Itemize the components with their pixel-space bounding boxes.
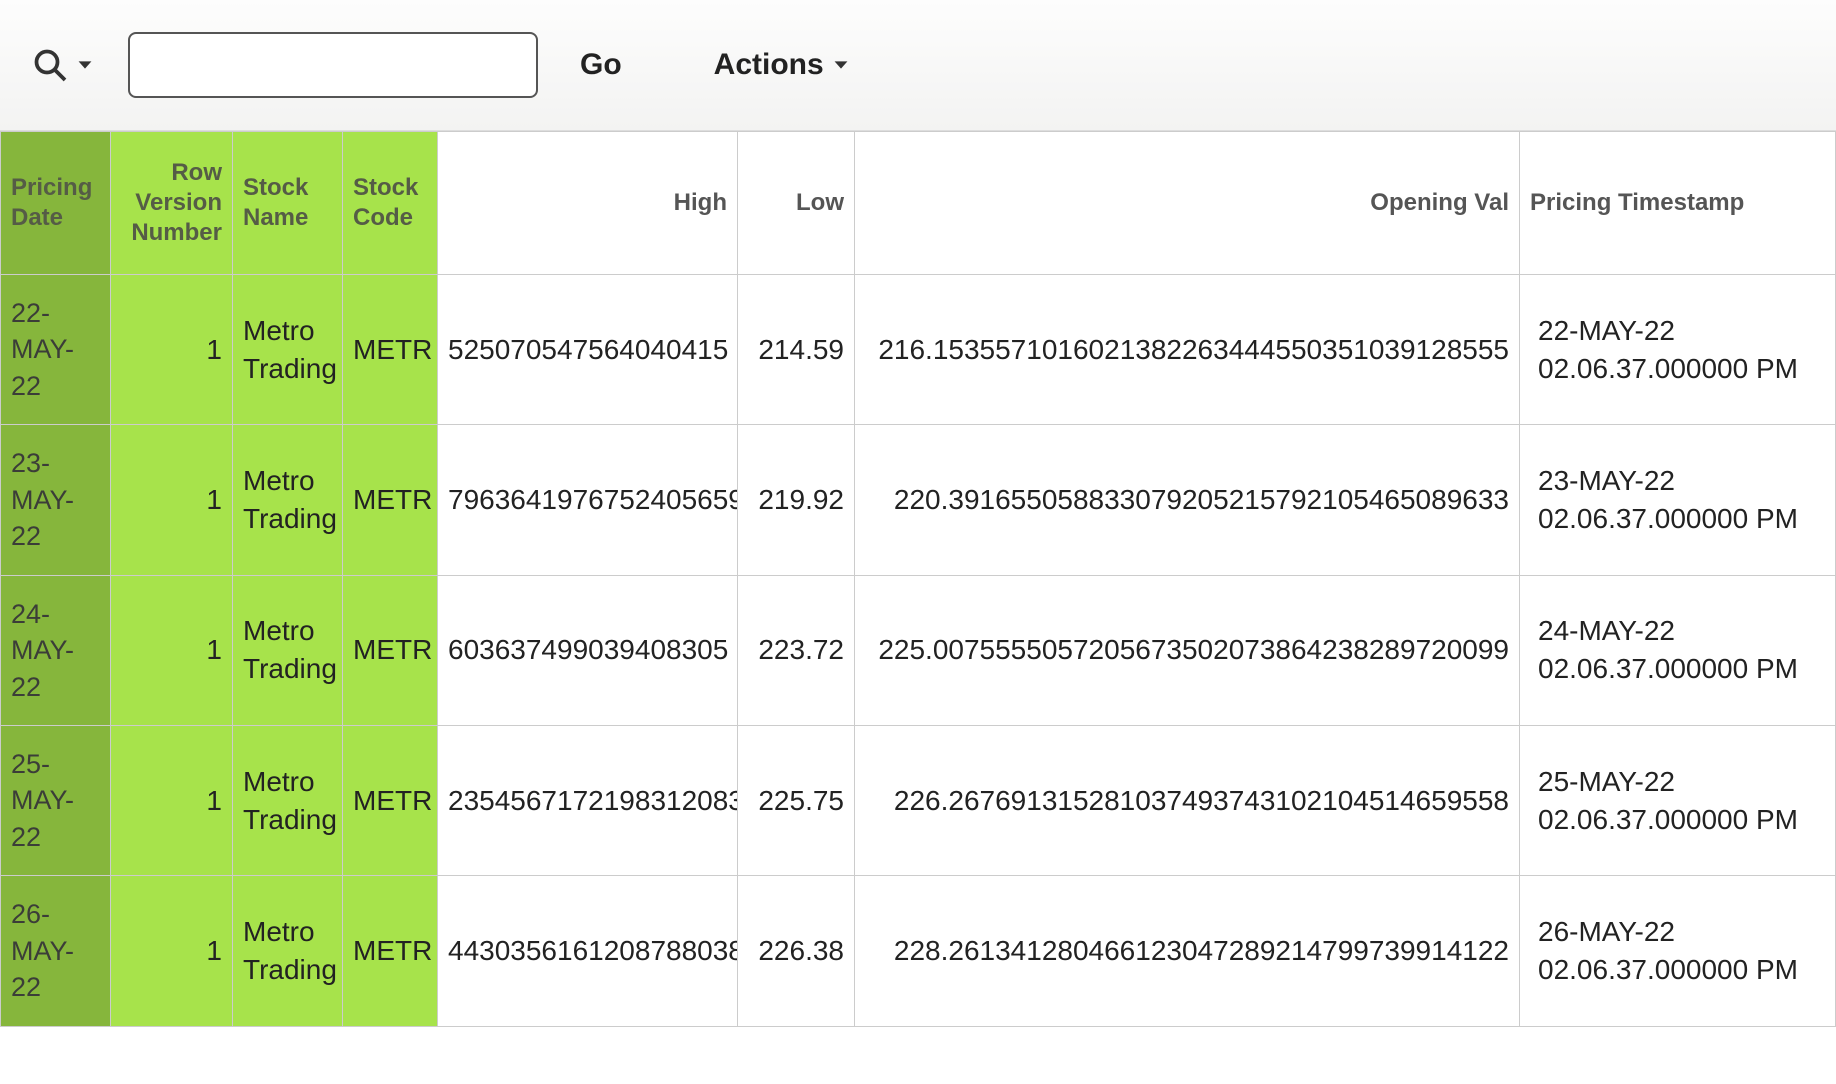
cell-stock-name: Metro Trading [233, 876, 343, 1026]
cell-pricing-ts: 26-MAY-22 02.06.37.000000 PM [1520, 876, 1836, 1026]
col-pricing-date[interactable]: Pricing Date [1, 132, 111, 275]
cell-stock-code: METR [343, 876, 438, 1026]
cell-opening-val: 226.267691315281037493743102104514659558 [855, 725, 1520, 875]
table-row: 24-MAY-221Metro TradingMETR6036374990394… [1, 575, 1836, 725]
cell-row-version: 1 [111, 425, 233, 575]
search-icon [32, 47, 68, 83]
cell-high: 23545671721983120838 [438, 725, 738, 875]
cell-opening-val: 220.391655058833079205215792105465089633 [855, 425, 1520, 575]
table-row: 25-MAY-221Metro TradingMETR2354567172198… [1, 725, 1836, 875]
chevron-down-icon [830, 54, 852, 76]
cell-pricing-date: 23-MAY-22 [1, 425, 111, 575]
cell-low: 214.59 [738, 275, 855, 425]
cell-stock-name: Metro Trading [233, 575, 343, 725]
cell-opening-val: 228.261341280466123047289214799739914122 [855, 876, 1520, 1026]
chevron-down-icon [74, 54, 96, 76]
col-low[interactable]: Low [738, 132, 855, 275]
cell-high: 525070547564040415 [438, 275, 738, 425]
col-row-version[interactable]: Row Version Number [111, 132, 233, 275]
cell-pricing-ts: 25-MAY-22 02.06.37.000000 PM [1520, 725, 1836, 875]
cell-opening-val: 225.007555505720567350207386423828972009… [855, 575, 1520, 725]
cell-high: 603637499039408305 [438, 575, 738, 725]
cell-row-version: 1 [111, 876, 233, 1026]
cell-stock-code: METR [343, 275, 438, 425]
col-high[interactable]: High [438, 132, 738, 275]
actions-label: Actions [714, 48, 824, 82]
cell-pricing-date: 26-MAY-22 [1, 876, 111, 1026]
col-stock-code[interactable]: Stock Code [343, 132, 438, 275]
cell-high: 7963641976752405659 [438, 425, 738, 575]
cell-pricing-ts: 22-MAY-22 02.06.37.000000 PM [1520, 275, 1836, 425]
cell-low: 223.72 [738, 575, 855, 725]
toolbar: Go Actions [0, 0, 1836, 131]
cell-stock-code: METR [343, 575, 438, 725]
col-pricing-ts[interactable]: Pricing Timestamp [1520, 132, 1836, 275]
cell-pricing-date: 25-MAY-22 [1, 725, 111, 875]
header-row: Pricing Date Row Version Number Stock Na… [1, 132, 1836, 275]
cell-row-version: 1 [111, 725, 233, 875]
cell-pricing-date: 22-MAY-22 [1, 275, 111, 425]
search-input[interactable] [128, 32, 538, 98]
cell-stock-name: Metro Trading [233, 275, 343, 425]
report-table: Pricing Date Row Version Number Stock Na… [0, 131, 1836, 1027]
cell-low: 226.38 [738, 876, 855, 1026]
table-row: 23-MAY-221Metro TradingMETR7963641976752… [1, 425, 1836, 575]
cell-stock-name: Metro Trading [233, 425, 343, 575]
cell-low: 219.92 [738, 425, 855, 575]
cell-pricing-ts: 24-MAY-22 02.06.37.000000 PM [1520, 575, 1836, 725]
cell-row-version: 1 [111, 275, 233, 425]
go-button[interactable]: Go [574, 47, 628, 83]
col-opening-val[interactable]: Opening Val [855, 132, 1520, 275]
cell-pricing-ts: 23-MAY-22 02.06.37.000000 PM [1520, 425, 1836, 575]
col-stock-name[interactable]: Stock Name [233, 132, 343, 275]
cell-high: 4430356161208788038 [438, 876, 738, 1026]
cell-row-version: 1 [111, 575, 233, 725]
cell-pricing-date: 24-MAY-22 [1, 575, 111, 725]
actions-menu-button[interactable]: Actions [708, 47, 858, 83]
cell-stock-name: Metro Trading [233, 725, 343, 875]
table-row: 22-MAY-221Metro TradingMETR5250705475640… [1, 275, 1836, 425]
cell-low: 225.75 [738, 725, 855, 875]
search-scope-dropdown[interactable] [24, 43, 104, 87]
cell-stock-code: METR [343, 425, 438, 575]
cell-opening-val: 216.153557101602138226344455035103912855… [855, 275, 1520, 425]
cell-stock-code: METR [343, 725, 438, 875]
table-row: 26-MAY-221Metro TradingMETR4430356161208… [1, 876, 1836, 1026]
